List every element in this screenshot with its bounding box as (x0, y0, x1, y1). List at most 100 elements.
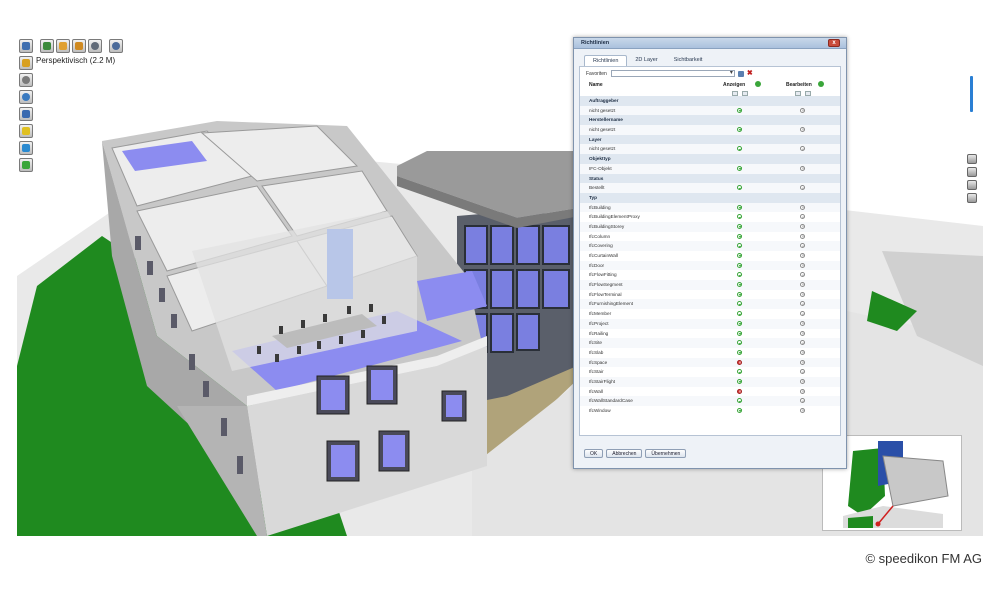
table-row: IfcFlowTerminal (580, 290, 840, 300)
edit-disabled-icon[interactable] (800, 125, 805, 135)
stack-icon[interactable] (19, 158, 33, 172)
close-icon[interactable]: x (828, 39, 840, 47)
show-allowed-icon[interactable] (737, 311, 742, 317)
check-all-show-icon[interactable] (755, 81, 761, 87)
group-header: Herstellername (580, 115, 840, 126)
view-front-icon[interactable] (967, 154, 977, 164)
table-row: IfcSlab (580, 348, 840, 358)
show-allowed-icon[interactable] (737, 223, 742, 229)
edit-disabled-icon[interactable] (800, 377, 805, 387)
show-allowed-icon[interactable] (737, 107, 742, 113)
row-label: IfcRailing (589, 330, 609, 336)
edit-disabled-icon[interactable] (800, 329, 805, 339)
show-allowed-icon[interactable] (737, 340, 742, 346)
show-allowed-icon[interactable] (737, 349, 742, 355)
show-allowed-icon[interactable] (737, 204, 742, 210)
floors-icon[interactable] (19, 141, 33, 155)
show-allowed-icon[interactable] (737, 233, 742, 239)
edit-disabled-icon[interactable] (800, 242, 805, 251)
edit-disabled-icon[interactable] (800, 213, 805, 222)
apply-button[interactable]: Übernehmen (645, 449, 687, 458)
edit-disabled-icon[interactable] (800, 232, 805, 242)
ok-button[interactable]: OK (584, 449, 604, 458)
check-all-edit-icon[interactable] (818, 81, 824, 87)
show-allowed-icon[interactable] (737, 408, 742, 413)
rotate-icon[interactable] (19, 73, 33, 87)
side-toolbar (19, 56, 33, 172)
show-allowed-icon[interactable] (737, 253, 742, 258)
guidelines-panel: Favoriten ✖ Name Anzeigen Bearbeiten Auf… (579, 66, 841, 436)
table-row: IfcDoor (580, 260, 840, 271)
edit-disabled-icon[interactable] (800, 203, 805, 213)
show-allowed-icon[interactable] (737, 320, 742, 326)
tab-guidelines[interactable]: Richtlinien (584, 55, 628, 66)
show-allowed-icon[interactable] (737, 272, 742, 278)
zoom-slider[interactable] (970, 76, 973, 112)
show-allowed-icon[interactable] (737, 146, 742, 152)
edit-disabled-icon[interactable] (800, 222, 805, 232)
delete-icon[interactable]: ✖ (747, 70, 753, 77)
show-allowed-icon[interactable] (737, 243, 742, 249)
show-allowed-icon[interactable] (737, 185, 742, 191)
show-allowed-icon[interactable] (737, 282, 742, 288)
show-allowed-icon[interactable] (737, 398, 742, 404)
navigation-controls (967, 76, 977, 203)
tab-visibility[interactable]: Sichtbarkeit (666, 55, 711, 66)
folder-icon[interactable] (72, 39, 86, 53)
show-allowed-icon[interactable] (737, 330, 742, 336)
layers-icon[interactable] (40, 39, 54, 53)
pencil-icon[interactable] (19, 56, 33, 70)
edit-disabled-icon[interactable] (800, 251, 805, 261)
dialog-title: Richtlinien x (574, 38, 846, 49)
cancel-button[interactable]: Abbrechen (606, 449, 643, 458)
show-allowed-icon[interactable] (737, 214, 742, 220)
row-label: nicht gesetzt (589, 146, 616, 152)
edit-disabled-icon[interactable] (800, 280, 805, 290)
table-row: IfcSpace (580, 357, 840, 368)
save-icon[interactable] (19, 39, 33, 53)
dialog-buttons: OK Abbrechen Übernehmen (584, 449, 687, 458)
edit-disabled-icon[interactable] (800, 310, 805, 319)
tab-2d-layer[interactable]: 2D Layer (627, 55, 665, 66)
favorites-label: Favoriten (586, 70, 607, 77)
edit-disabled-icon[interactable] (800, 368, 805, 377)
edit-disabled-icon[interactable] (800, 145, 805, 155)
edit-disabled-icon[interactable] (800, 397, 805, 406)
show-denied-icon[interactable] (737, 387, 742, 397)
edit-disabled-icon[interactable] (800, 300, 805, 310)
show-allowed-icon[interactable] (737, 127, 742, 133)
show-allowed-icon[interactable] (737, 165, 742, 171)
edit-disabled-icon[interactable] (800, 339, 805, 348)
main-toolbar (19, 39, 123, 53)
walk-icon[interactable] (967, 193, 977, 203)
eye-icon[interactable] (19, 90, 33, 104)
show-allowed-icon[interactable] (737, 262, 742, 268)
edit-disabled-icon[interactable] (800, 319, 805, 329)
settings-icon[interactable] (109, 39, 123, 53)
table-row: Bestellt (580, 183, 840, 193)
favorites-select[interactable] (610, 69, 735, 77)
show-allowed-icon[interactable] (737, 369, 742, 375)
row-label: IfcFlowSegment (589, 282, 623, 288)
edit-disabled-icon[interactable] (800, 290, 805, 300)
show-denied-icon[interactable] (737, 358, 742, 368)
edit-disabled-icon[interactable] (800, 387, 805, 397)
show-allowed-icon[interactable] (737, 378, 742, 384)
edit-disabled-icon[interactable] (800, 261, 805, 271)
show-allowed-icon[interactable] (737, 301, 742, 307)
edit-disabled-icon[interactable] (800, 358, 805, 368)
show-allowed-icon[interactable] (737, 291, 742, 297)
edit-disabled-icon[interactable] (800, 106, 805, 116)
edit-disabled-icon[interactable] (800, 164, 805, 174)
edit-disabled-icon[interactable] (800, 348, 805, 358)
view-top-icon[interactable] (967, 167, 977, 177)
edit-disabled-icon[interactable] (800, 184, 805, 193)
search-icon[interactable] (88, 39, 102, 53)
note-icon[interactable] (19, 124, 33, 138)
edit-icon[interactable] (56, 39, 70, 53)
orbit-icon[interactable] (967, 180, 977, 190)
edit-disabled-icon[interactable] (800, 271, 805, 280)
edit-disabled-icon[interactable] (800, 406, 805, 416)
building-icon[interactable] (19, 107, 33, 121)
save-icon[interactable] (737, 70, 744, 77)
